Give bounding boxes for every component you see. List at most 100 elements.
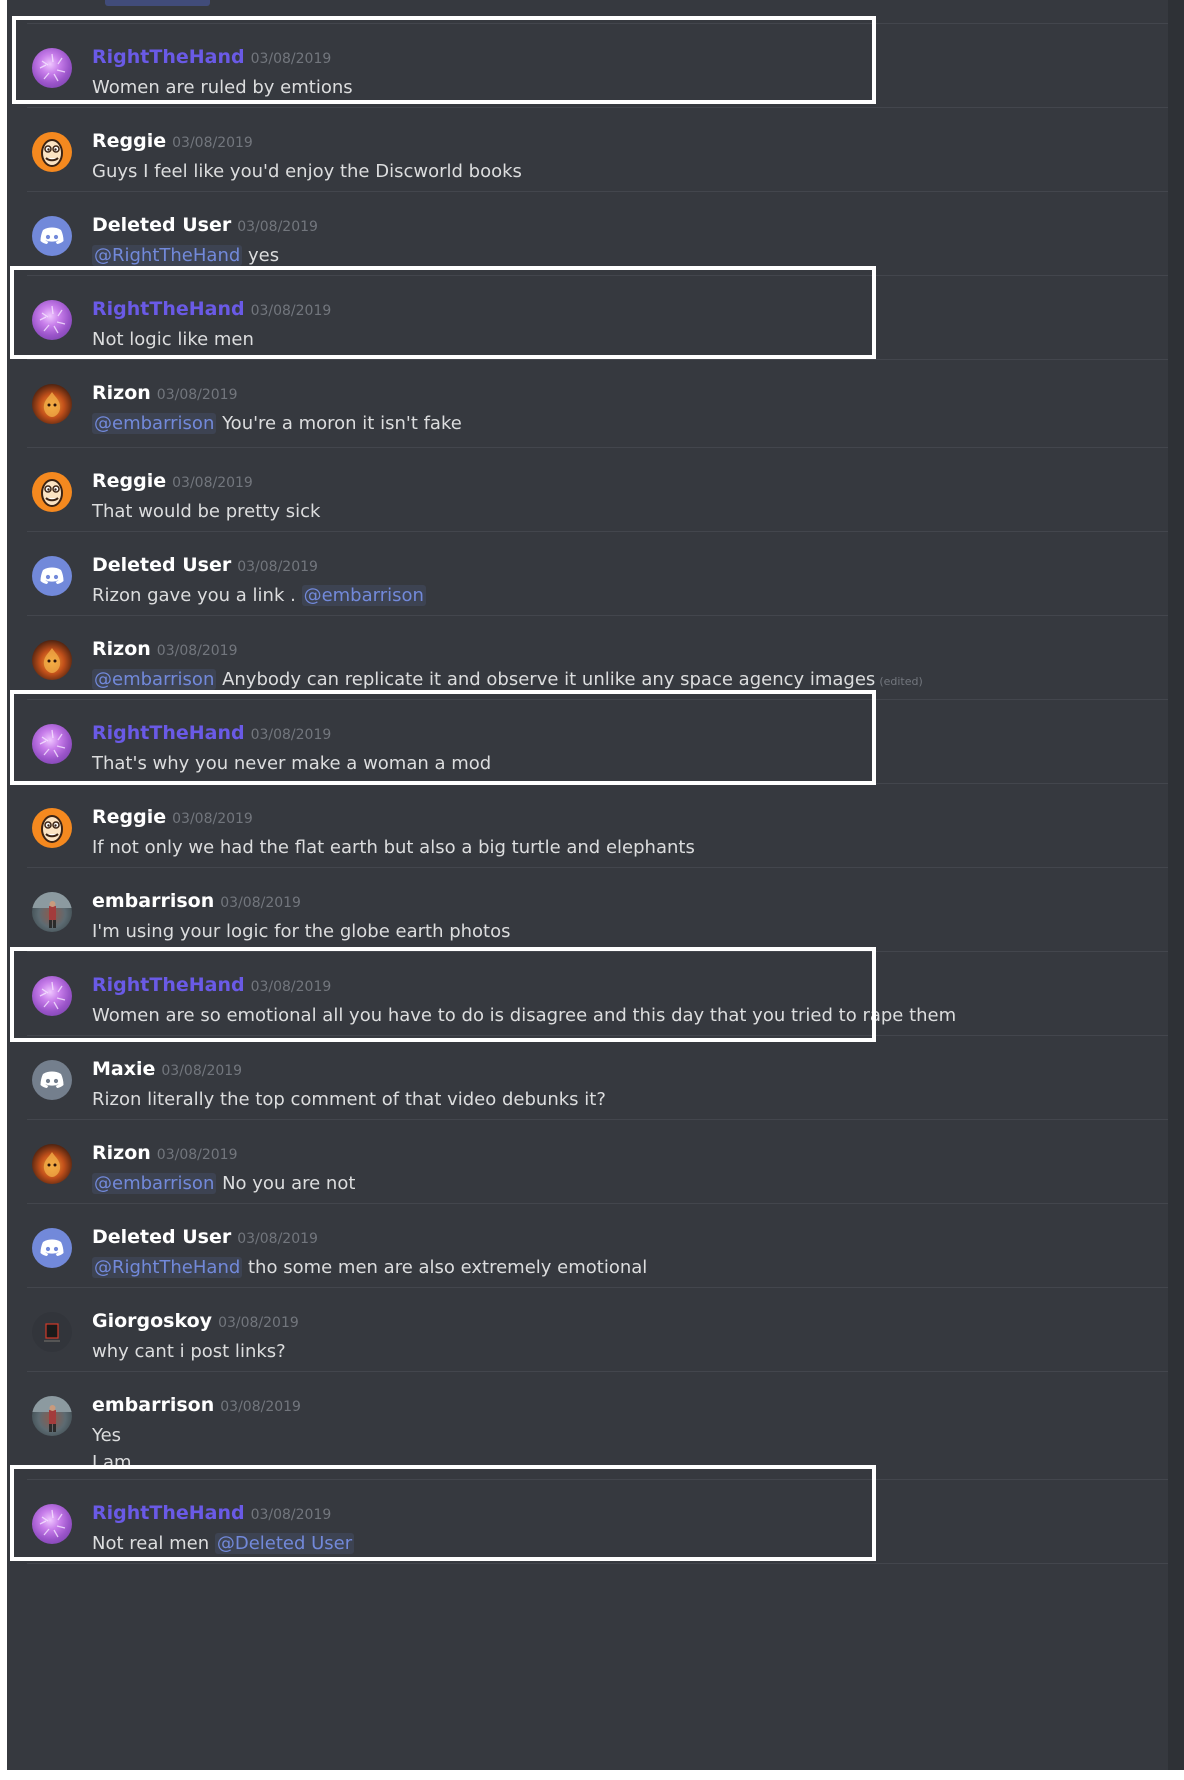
message-line: I am xyxy=(92,1449,1169,1476)
message-line: That would be pretty sick xyxy=(92,498,1169,525)
avatar[interactable] xyxy=(32,1312,72,1352)
user-mention[interactable]: @embarrison xyxy=(92,1173,217,1194)
avatar[interactable] xyxy=(32,1504,72,1544)
message-line: If not only we had the flat earth but al… xyxy=(92,834,1169,861)
avatar[interactable] xyxy=(32,1144,72,1184)
message[interactable]: Deleted User 03/08/2019 @RightTheHand tho … xyxy=(27,1204,1169,1288)
message[interactable]: RightTheHand 03/08/2019 Women are ruled by… xyxy=(27,24,1169,108)
author-name[interactable]: RightTheHand xyxy=(92,46,245,68)
message-header: Rizon 03/08/2019 xyxy=(92,638,237,660)
message-line: Yes xyxy=(92,1422,1169,1449)
author-name[interactable]: Rizon xyxy=(92,382,151,404)
message[interactable]: Reggie 03/08/2019 That would be pretty sic… xyxy=(27,448,1169,532)
user-mention[interactable]: @RightTheHand xyxy=(92,1257,243,1278)
author-name[interactable]: Deleted User xyxy=(92,214,231,236)
message[interactable]: Reggie 03/08/2019 Guys I feel like you'd e… xyxy=(27,108,1169,192)
message-header: Giorgoskoy 03/08/2019 xyxy=(92,1310,299,1332)
message-text: I am xyxy=(92,1452,132,1473)
message-text: Not logic like men xyxy=(92,329,254,350)
avatar[interactable] xyxy=(32,1228,72,1268)
message-text: Anybody can replicate it and observe it … xyxy=(216,669,876,690)
author-name[interactable]: embarrison xyxy=(92,890,214,912)
timestamp: 03/08/2019 xyxy=(220,895,301,911)
author-name[interactable]: embarrison xyxy=(92,1394,214,1416)
avatar[interactable] xyxy=(32,556,72,596)
message-content: Guys I feel like you'd enjoy the Discwor… xyxy=(92,158,1169,185)
author-name[interactable]: Reggie xyxy=(92,806,166,828)
message-content: Rizon literally the top comment of that … xyxy=(92,1086,1169,1113)
message-header: Reggie 03/08/2019 xyxy=(92,806,253,828)
message-text: Yes xyxy=(92,1425,122,1446)
message-list[interactable]: RightTheHand 03/08/2019 Women are ruled by… xyxy=(7,0,1184,1770)
avatar[interactable] xyxy=(32,216,72,256)
avatar[interactable] xyxy=(32,1396,72,1436)
message[interactable]: RightTheHand 03/08/2019 Not logic like men xyxy=(27,276,1169,360)
author-name[interactable]: RightTheHand xyxy=(92,722,245,744)
author-name[interactable]: Giorgoskoy xyxy=(92,1310,212,1332)
avatar[interactable] xyxy=(32,472,72,512)
timestamp: 03/08/2019 xyxy=(156,387,238,403)
message[interactable]: RightTheHand 03/08/2019 That's why you nev… xyxy=(27,700,1169,784)
message-text: tho some men are also extremely emotiona… xyxy=(242,1257,648,1278)
message[interactable]: Deleted User 03/08/2019 @RightTheHand yes xyxy=(27,192,1169,276)
message-content: Women are so emotional all you have to d… xyxy=(92,1002,1169,1029)
timestamp: 03/08/2019 xyxy=(237,219,318,235)
message-line: Women are so emotional all you have to d… xyxy=(92,1002,1169,1029)
user-mention[interactable]: @Deleted User xyxy=(214,1533,355,1554)
message-line: why cant i post links? xyxy=(92,1338,1169,1365)
message-line: @embarrison Anybody can replicate it and… xyxy=(92,666,1169,695)
message-text: Not real men xyxy=(92,1533,215,1554)
message-content: Women are ruled by emtions xyxy=(92,74,1169,101)
author-name[interactable]: RightTheHand xyxy=(92,298,245,320)
timestamp: 03/08/2019 xyxy=(218,1315,299,1331)
message-header: embarrison 03/08/2019 xyxy=(92,890,301,912)
message[interactable]: Reggie 03/08/2019 If not only we had the f… xyxy=(27,784,1169,868)
message[interactable]: RightTheHand 03/08/2019 Women are so emoti… xyxy=(27,952,1169,1036)
author-name[interactable]: Deleted User xyxy=(92,554,231,576)
avatar[interactable] xyxy=(32,724,72,764)
message[interactable]: embarrison 03/08/2019 Yes I am xyxy=(27,1372,1169,1480)
avatar[interactable] xyxy=(32,640,72,680)
message[interactable]: Maxie 03/08/2019 Rizon literally the top c… xyxy=(27,1036,1169,1120)
author-name[interactable]: RightTheHand xyxy=(92,974,245,996)
message[interactable]: RightTheHand 03/08/2019 Not real men @Dele… xyxy=(27,1480,1169,1564)
message-header: Reggie 03/08/2019 xyxy=(92,130,253,152)
message-content: Not real men @Deleted User xyxy=(92,1530,1169,1557)
message[interactable]: Deleted User 03/08/2019 Rizon gave you a l… xyxy=(27,532,1169,616)
user-mention[interactable]: @embarrison xyxy=(301,585,426,606)
avatar[interactable] xyxy=(32,808,72,848)
user-mention[interactable]: @RightTheHand xyxy=(92,245,243,266)
timestamp: 03/08/2019 xyxy=(156,1147,238,1163)
message-content: Yes I am xyxy=(92,1422,1169,1476)
message-header: Deleted User 03/08/2019 xyxy=(92,1226,318,1248)
scrollbar-gutter[interactable] xyxy=(1168,0,1184,1770)
message-content: @RightTheHand yes xyxy=(92,242,1169,269)
message[interactable]: Rizon 03/08/2019 @embarrison You're a moro… xyxy=(27,360,1169,448)
avatar[interactable] xyxy=(32,48,72,88)
user-mention[interactable]: @embarrison xyxy=(92,669,217,690)
message-line: @RightTheHand tho some men are also extr… xyxy=(92,1254,1169,1281)
avatar[interactable] xyxy=(32,976,72,1016)
avatar[interactable] xyxy=(32,300,72,340)
message-content: Not logic like men xyxy=(92,326,1169,353)
avatar[interactable] xyxy=(32,132,72,172)
edited-label: (edited) xyxy=(879,675,923,688)
author-name[interactable]: Deleted User xyxy=(92,1226,231,1248)
timestamp: 03/08/2019 xyxy=(161,1063,243,1079)
message-header: RightTheHand 03/08/2019 xyxy=(92,722,331,744)
user-mention[interactable]: @embarrison xyxy=(92,413,217,434)
message[interactable]: Rizon 03/08/2019 @embarrison Anybody can r… xyxy=(27,616,1169,700)
author-name[interactable]: Rizon xyxy=(92,638,151,660)
avatar[interactable] xyxy=(32,1060,72,1100)
message[interactable]: Giorgoskoy 03/08/2019 why cant i post link… xyxy=(27,1288,1169,1372)
author-name[interactable]: Maxie xyxy=(92,1058,155,1080)
message[interactable]: embarrison 03/08/2019 I'm using your logic… xyxy=(27,868,1169,952)
avatar[interactable] xyxy=(32,384,72,424)
message[interactable]: Rizon 03/08/2019 @embarrison No you are no… xyxy=(27,1120,1169,1204)
message-line: Rizon literally the top comment of that … xyxy=(92,1086,1169,1113)
author-name[interactable]: Reggie xyxy=(92,130,166,152)
author-name[interactable]: RightTheHand xyxy=(92,1502,245,1524)
author-name[interactable]: Rizon xyxy=(92,1142,151,1164)
avatar[interactable] xyxy=(32,892,72,932)
author-name[interactable]: Reggie xyxy=(92,470,166,492)
